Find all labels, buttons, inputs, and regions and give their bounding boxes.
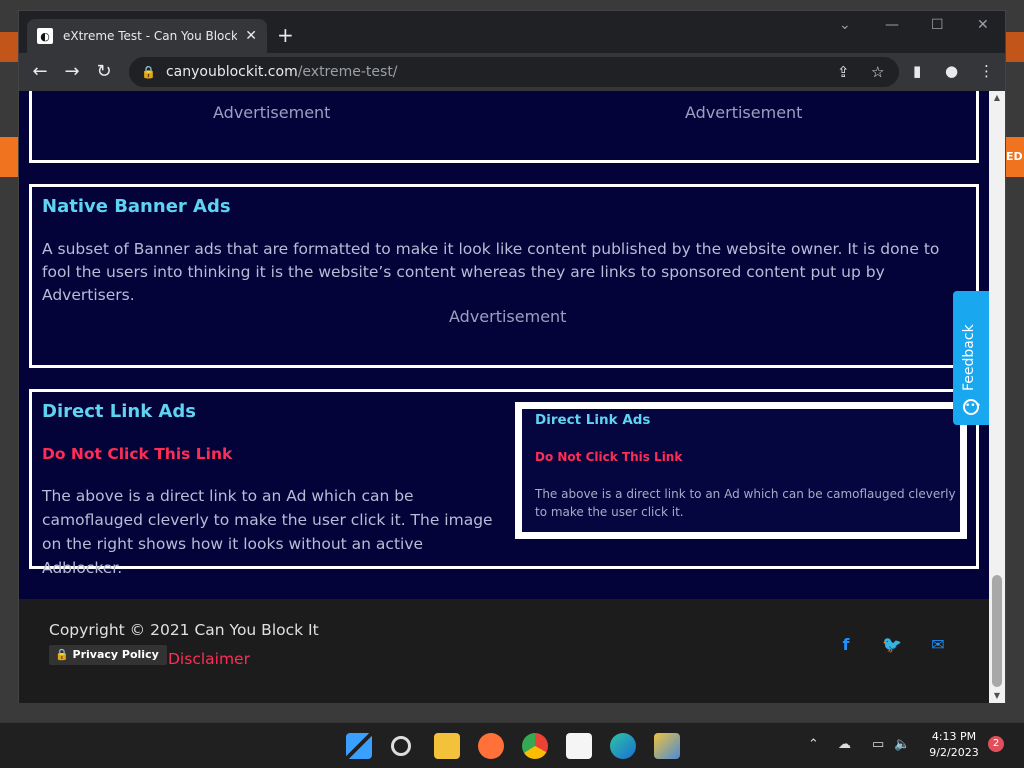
background-window-strip: ED [1006,137,1024,177]
advertisement-label: Advertisement [213,103,331,122]
microsoft-store-icon[interactable] [566,733,592,759]
background-window-strip [0,32,18,62]
privacy-policy-label: Privacy Policy [72,648,159,661]
native-banner-title: Native Banner Ads [42,196,231,217]
twitter-icon[interactable]: 🐦 [882,635,902,655]
close-window-icon[interactable]: ✕ [977,17,989,33]
background-window-strip [1006,32,1024,62]
back-arrow-icon[interactable]: ← [29,61,51,82]
preview-text: The above is a direct link to an Ad whic… [535,487,956,519]
page-footer: Copyright © 2021 Can You Block It 🔒 Priv… [19,599,989,703]
direct-link-preview-image: Direct Link Ads Do Not Click This Link T… [515,402,967,539]
volume-icon[interactable]: 🔈 [894,737,910,752]
search-icon[interactable] [391,736,411,756]
tab-search-icon[interactable]: ⌄ [839,17,851,33]
direct-ad-link[interactable]: Do Not Click This Link [42,445,232,463]
privacy-lock-icon: 🔒 [55,648,69,661]
forward-arrow-icon[interactable]: → [61,61,83,82]
browser-toolbar: ← → ↻ 🔒 canyoublockit.com/extreme-test/ … [19,53,1005,91]
onedrive-icon[interactable]: ☁ [838,737,851,752]
copyright-text: Copyright © 2021 Can You Block It [49,621,319,639]
address-bar[interactable]: 🔒 canyoublockit.com/extreme-test/ ⇪ ☆ [129,57,899,87]
notification-badge[interactable]: 2 [988,736,1004,752]
disclaimer-link[interactable]: Disclaimer [168,650,250,668]
feedback-label: Feedback [961,324,977,391]
taskbar: ⌃ ☁ ▭ 🔈 4:13 PM 9/2/2023 [0,722,1024,768]
background-window-text: ED [1006,150,1023,163]
tab-bar: ◐ eXtreme Test - Can You Block It ? ✕ + … [19,11,1005,53]
native-banner-text: A subset of Banner ads that are formatte… [42,240,940,304]
privacy-policy-link[interactable]: 🔒 Privacy Policy [49,645,167,665]
advertisement-label: Advertisement [685,103,803,122]
lock-icon[interactable]: 🔒 [141,65,156,79]
facebook-icon[interactable]: f [836,635,856,655]
network-icon[interactable]: ▭ [872,737,884,752]
bookmark-star-icon[interactable]: ☆ [871,63,884,81]
side-panel-icon[interactable]: ▮ [913,62,921,80]
page-scrollbar[interactable]: ▲ ▼ [989,91,1005,703]
chrome-icon[interactable] [522,733,548,759]
minimize-icon[interactable]: — [885,17,899,33]
site-favicon-icon: ◐ [37,28,53,44]
share-icon[interactable]: ⇪ [837,63,850,81]
top-ad-section [29,91,979,163]
url-path: /extreme-test/ [297,64,398,80]
game-app-icon[interactable] [654,733,680,759]
advertisement-label: Advertisement [449,307,567,326]
scroll-thumb[interactable] [992,575,1002,687]
tray-chevron-up-icon[interactable]: ⌃ [808,737,819,752]
page-viewport: Advertisement Advertisement Native Banne… [19,91,989,703]
email-icon[interactable]: ✉ [928,635,948,655]
preview-title: Direct Link Ads [535,412,651,428]
tab-close-icon[interactable]: ✕ [245,28,257,44]
new-tab-button[interactable]: + [277,23,294,47]
direct-link-text: The above is a direct link to an Ad whic… [42,487,493,577]
clock-time[interactable]: 4:13 PM [920,730,988,743]
edge-icon[interactable] [610,733,636,759]
tab-title: eXtreme Test - Can You Block It ? [63,29,238,43]
menu-dots-icon[interactable]: ⋮ [979,62,994,80]
file-explorer-icon[interactable] [434,733,460,759]
browser-window: ◐ eXtreme Test - Can You Block It ? ✕ + … [18,10,1006,703]
start-windows-icon[interactable] [346,733,372,759]
background-window-strip [0,137,18,177]
profile-icon[interactable]: ● [945,62,958,80]
reload-icon[interactable]: ↻ [93,61,115,82]
preview-link: Do Not Click This Link [535,450,683,464]
maximize-icon[interactable]: ☐ [931,17,944,33]
url-host: canyoublockit.com [165,64,298,80]
scroll-down-arrow-icon[interactable]: ▼ [989,689,1005,703]
feedback-tab[interactable]: Feedback ••• [953,291,989,425]
scroll-up-arrow-icon[interactable]: ▲ [989,91,1005,105]
direct-link-title: Direct Link Ads [42,401,196,422]
browser-tab[interactable]: ◐ eXtreme Test - Can You Block It ? ✕ [27,19,267,53]
firefox-icon[interactable] [478,733,504,759]
feedback-chat-icon: ••• [963,399,981,415]
clock-date[interactable]: 9/2/2023 [920,746,988,759]
